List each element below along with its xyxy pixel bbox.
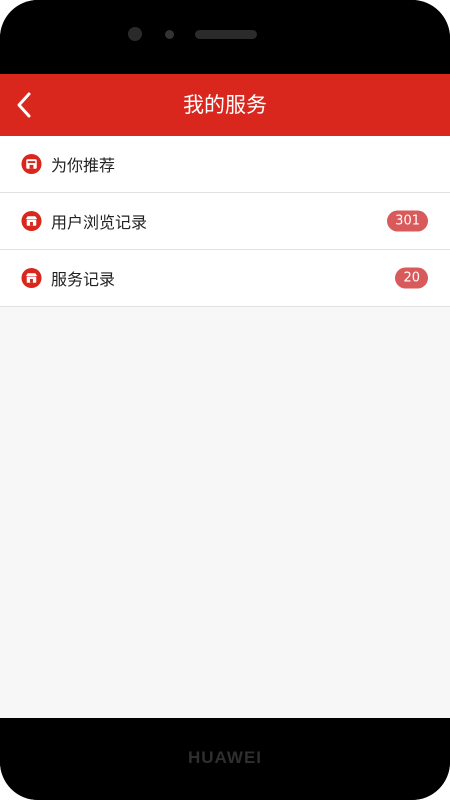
list-item-service-history[interactable]: 服务记录 20 (0, 250, 450, 307)
app-screen: 我的服务 为你推荐 用户浏览记录 301 服务记录 20 (0, 74, 450, 718)
count-badge: 301 (387, 210, 428, 232)
list-item-label: 服务记录 (51, 270, 116, 289)
page-title: 我的服务 (183, 93, 267, 117)
store-icon (21, 267, 42, 289)
service-list: 为你推荐 用户浏览记录 301 服务记录 20 (0, 136, 450, 307)
list-item-recommend[interactable]: 为你推荐 (0, 136, 450, 193)
top-bezel (0, 0, 450, 74)
phone-frame: 我的服务 为你推荐 用户浏览记录 301 服务记录 20 HUAWEI (0, 0, 450, 800)
shop-icon (21, 153, 42, 175)
store-icon (21, 210, 42, 232)
earpiece-speaker (195, 30, 257, 39)
proximity-sensor (165, 30, 174, 39)
brand-logo: HUAWEI (188, 748, 262, 767)
front-camera (128, 27, 142, 41)
list-item-label: 用户浏览记录 (51, 213, 148, 232)
count-badge: 20 (395, 267, 428, 289)
list-item-label: 为你推荐 (51, 156, 116, 175)
list-item-browse-history[interactable]: 用户浏览记录 301 (0, 193, 450, 250)
app-header: 我的服务 (0, 74, 450, 136)
